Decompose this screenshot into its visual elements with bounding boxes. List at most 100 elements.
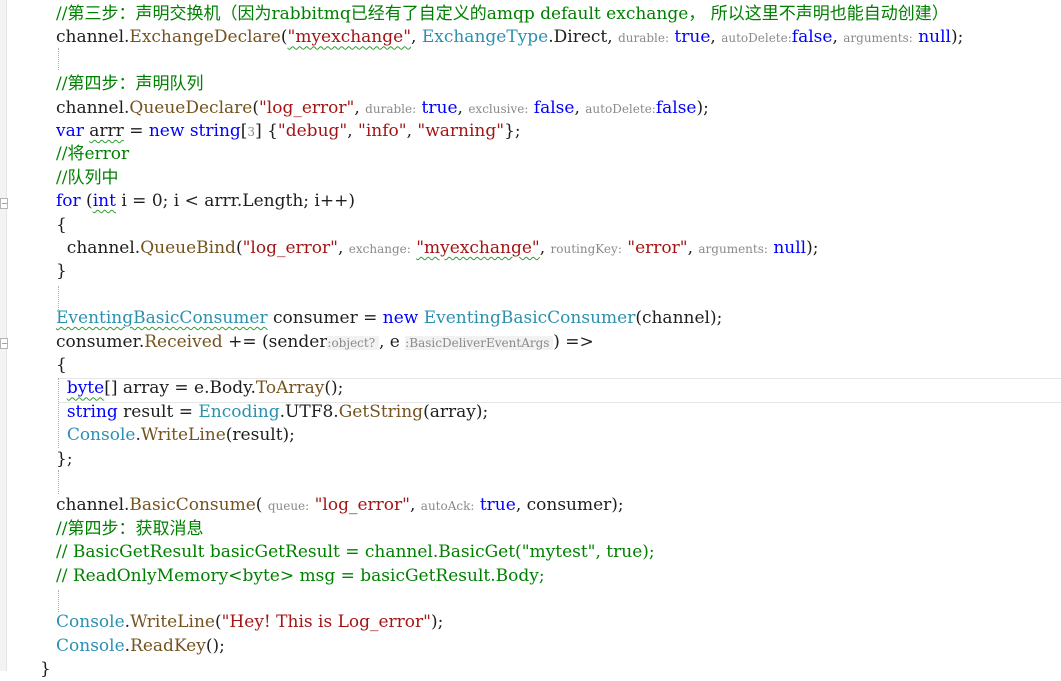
code-line[interactable]: //第三步：声明交换机（因为rabbitmq已经有了自定义的amqp defau… <box>56 3 949 26</box>
code-token: channel. <box>56 238 141 258</box>
code-token: autoAck: <box>420 499 475 514</box>
code-token: Received <box>144 331 223 352</box>
code-token: var <box>56 121 84 141</box>
code-token: WriteLine <box>130 612 215 633</box>
code-line[interactable]: { <box>56 354 67 377</box>
code-token: // BasicGetResult basicGetResult = chann… <box>56 542 655 563</box>
code-line[interactable]: channel.BasicConsume( queue: "log_error"… <box>56 494 624 517</box>
editor-gutter <box>0 0 7 671</box>
code-token: "log_error" <box>309 495 410 516</box>
code-token: .UTF8. <box>279 401 339 422</box>
code-token: , e <box>378 331 406 352</box>
code-line[interactable]: //第四步：声明队列 <box>56 73 203 96</box>
code-token: "info" <box>358 121 407 141</box>
code-line[interactable]: //第四步：获取消息 <box>56 518 203 541</box>
code-line[interactable]: EventingBasicConsumer consumer = new Eve… <box>56 307 722 330</box>
code-token: //第三步：声明交换机（因为rabbitmq已经有了自定义的amqp defau… <box>56 4 949 24</box>
code-token: false <box>791 27 833 48</box>
code-line[interactable]: { <box>56 214 67 237</box>
code-token: ); <box>696 97 709 118</box>
code-token: Console <box>56 612 125 633</box>
code-token: , consumer); <box>515 495 624 516</box>
code-token: arguments: <box>698 242 768 256</box>
code-line[interactable]: Console.ReadKey(); <box>56 635 225 658</box>
code-token: QueueDeclare <box>129 97 253 118</box>
code-token: }; <box>504 121 521 141</box>
code-token: ExchangeDeclare <box>129 27 281 48</box>
code-line[interactable]: var arrr = new string[3] {"debug", "info… <box>56 120 521 143</box>
code-line[interactable]: //队列中 <box>56 167 118 190</box>
code-token: Encoding <box>198 401 280 422</box>
code-token: i = 0; i < arrr.Length; i++) <box>115 191 355 212</box>
code-token: routingKey: <box>550 242 622 256</box>
code-line[interactable]: // ReadOnlyMemory<byte> msg = basicGetRe… <box>56 565 545 588</box>
code-line[interactable]: } <box>56 260 67 283</box>
code-token: += (sender <box>222 331 328 352</box>
code-token: queue: <box>267 499 310 514</box>
code-token: ( <box>214 612 222 633</box>
code-token: 3 <box>247 125 256 139</box>
code-line[interactable]: channel.QueueDeclare("log_error", durabl… <box>56 97 709 120</box>
code-token: null <box>912 27 951 48</box>
code-line[interactable]: consumer.Received += (sender:object? , e… <box>56 331 594 354</box>
code-line[interactable]: channel.QueueBind("log_error", exchange:… <box>56 237 819 260</box>
code-token: "myexchange" <box>287 27 412 48</box>
code-token: consumer = <box>267 308 383 329</box>
code-token: arrr <box>89 121 124 141</box>
code-token: string <box>189 121 241 141</box>
code-token: new <box>382 308 419 329</box>
code-token: channel. <box>56 27 130 48</box>
code-token: //第四步：声明队列 <box>56 74 204 95</box>
code-line[interactable]: //将error <box>56 143 129 166</box>
code-token: EventingBasicConsumer <box>423 308 636 329</box>
code-token: QueueBind <box>140 238 236 258</box>
code-token: , <box>687 238 699 258</box>
code-token: { <box>56 214 67 235</box>
code-token: BasicConsume <box>129 495 256 516</box>
code-line[interactable]: } <box>40 658 51 681</box>
code-line[interactable]: Console.WriteLine("Hey! This is Log_erro… <box>56 611 443 634</box>
code-token: , <box>457 97 469 118</box>
code-token: false <box>528 97 575 118</box>
code-token: exchange: <box>348 242 411 256</box>
code-token: byte <box>66 378 105 399</box>
code-token: .Direct, <box>548 27 619 48</box>
code-token: EventingBasicConsumer <box>56 308 268 329</box>
code-line[interactable]: for (int i = 0; i < arrr.Length; i++) <box>56 190 355 213</box>
code-token: ) => <box>553 331 594 352</box>
code-token: ); <box>430 612 444 633</box>
code-token: null <box>767 238 807 258</box>
code-token: false <box>655 97 697 118</box>
code-token: int <box>92 191 116 212</box>
code-line[interactable]: // BasicGetResult basicGetResult = chann… <box>56 541 655 564</box>
indent-guide <box>58 590 59 612</box>
code-token: , <box>574 97 586 118</box>
minus-box-icon[interactable]: − <box>0 198 8 209</box>
minus-box-icon[interactable]: − <box>0 338 8 349</box>
code-line[interactable]: byte[] array = e.Body.ToArray(); <box>56 377 344 400</box>
code-token: :BasicDeliverEventArgs <box>405 335 554 350</box>
code-token: , <box>710 27 722 48</box>
code-token: arguments: <box>843 31 913 46</box>
code-token: (); <box>205 635 225 656</box>
code-token: ToArray <box>255 378 325 399</box>
code-token: WriteLine <box>140 425 226 446</box>
code-token: "Hey! This is Log_error" <box>221 612 431 633</box>
code-line[interactable]: }; <box>56 448 73 471</box>
code-token: ( <box>235 238 243 258</box>
code-token: ( <box>280 27 288 48</box>
code-token: autoDelete: <box>721 31 792 46</box>
code-token: result = <box>117 401 199 422</box>
code-token: ); <box>806 238 819 258</box>
code-line[interactable]: string result = Encoding.UTF8.GetString(… <box>56 401 488 424</box>
code-line[interactable]: Console.WriteLine(result); <box>56 424 295 447</box>
code-token: consumer. <box>56 331 145 352</box>
code-token: (result); <box>225 425 295 446</box>
code-token: //第四步：获取消息 <box>56 518 204 539</box>
code-token: :object? <box>327 335 379 350</box>
code-line[interactable]: channel.ExchangeDeclare("myexchange", Ex… <box>56 26 963 49</box>
code-token: = <box>123 121 149 141</box>
code-token: true <box>474 495 516 516</box>
